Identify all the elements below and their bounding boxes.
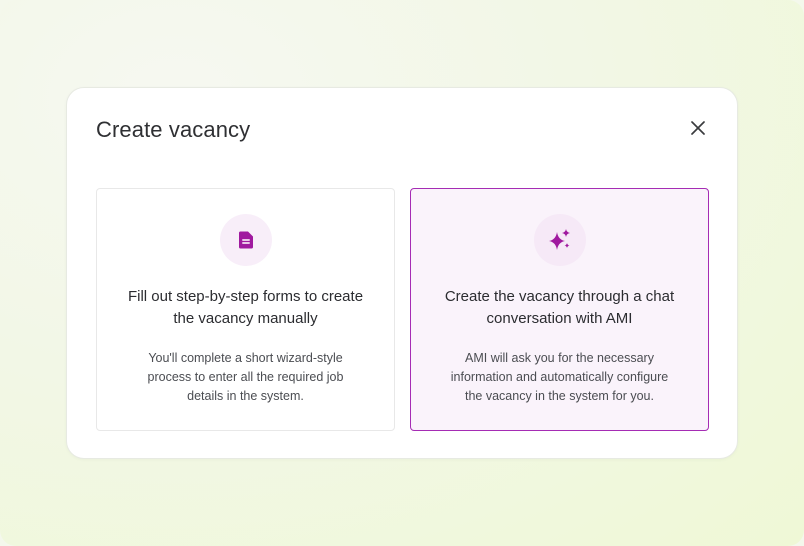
- option-ami-description: AMI will ask you for the necessary infor…: [450, 351, 669, 403]
- option-manual-heading: Fill out step-by-step forms to create th…: [127, 288, 364, 327]
- option-manual-forms[interactable]: Fill out step-by-step forms to create th…: [96, 188, 395, 431]
- option-ami-heading: Create the vacancy through a chat conver…: [444, 288, 675, 327]
- option-ami-chat[interactable]: Create the vacancy through a chat conver…: [410, 188, 709, 431]
- document-icon-badge: [219, 214, 272, 266]
- create-vacancy-dialog: Create vacancy Fill out step-by-step for…: [66, 87, 738, 459]
- option-manual-description: You'll complete a short wizard-style pro…: [147, 351, 344, 403]
- close-icon: [691, 121, 705, 135]
- close-button[interactable]: [687, 117, 709, 139]
- document-icon: [238, 231, 253, 249]
- page-backdrop: Create vacancy Fill out step-by-step for…: [0, 0, 804, 546]
- dialog-title: Create vacancy: [96, 117, 251, 142]
- sparkles-icon-badge: [533, 214, 586, 266]
- sparkles-icon: [548, 229, 570, 250]
